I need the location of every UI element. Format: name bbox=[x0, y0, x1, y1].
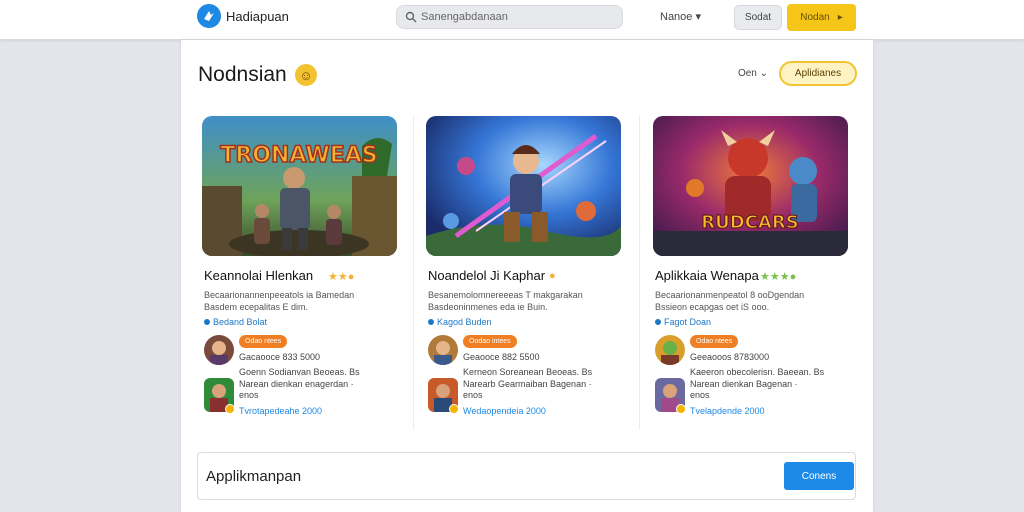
bottom-bar-label: Applikmanpan bbox=[206, 468, 302, 485]
app-name[interactable]: Hadiapuan bbox=[226, 9, 289, 24]
card-description: Becaarionannenpeeatols ia Bamedan Basdem… bbox=[204, 290, 355, 312]
avatar[interactable] bbox=[428, 335, 458, 365]
smiley-icon: ☺ bbox=[295, 64, 317, 86]
filter-dropdown[interactable]: Oen ⌄ bbox=[730, 61, 776, 85]
card-tag[interactable]: Bedand Bolat bbox=[204, 317, 267, 327]
card-review: Kerneon Soreanean Beoeas. Bs Narearb Gea… bbox=[463, 367, 593, 400]
search-placeholder: Sanengabdanaan bbox=[421, 11, 508, 23]
primary-button-label: Nodan bbox=[800, 12, 830, 23]
continue-button[interactable]: Conens bbox=[784, 462, 854, 490]
card-title[interactable]: Aplikkaia Wenapa bbox=[655, 268, 759, 283]
avatar[interactable] bbox=[655, 335, 685, 365]
secondary-button[interactable]: Sodat bbox=[734, 5, 782, 30]
search-input[interactable]: Sanengabdanaan bbox=[396, 5, 623, 29]
card-meta: Gacaooce 833 5000 bbox=[239, 352, 321, 362]
banner-title: RUDCARS bbox=[701, 212, 798, 233]
search-icon bbox=[405, 11, 417, 23]
chevron-down-icon: ⌄ bbox=[759, 67, 769, 79]
card-description: Becaarionanmenpeatol 8 ooDgendan Bssieon… bbox=[655, 290, 805, 312]
avatar[interactable] bbox=[204, 335, 234, 365]
chevron-down-icon: ▾ bbox=[695, 11, 702, 23]
tag-dot-icon bbox=[428, 319, 434, 325]
card-description: Besanemolomnereeeas T makgarakan Basdeon… bbox=[428, 290, 583, 312]
game-banner-image[interactable]: RUDCARS bbox=[653, 116, 848, 256]
primary-button[interactable]: Nodan ▸ bbox=[787, 4, 856, 31]
rating-stars-icon: ★★● bbox=[328, 271, 355, 283]
rating-stars-icon: ● bbox=[549, 270, 556, 282]
nav-menu[interactable]: Nanoe ▾ bbox=[660, 10, 701, 23]
tag-label: Fagot Doan bbox=[664, 317, 712, 327]
tag-dot-icon bbox=[655, 319, 661, 325]
card-title[interactable]: Keannolai Hlenkan bbox=[204, 268, 313, 283]
nav-menu-label: Nanoe bbox=[660, 11, 693, 23]
filter-label: Oen bbox=[737, 67, 757, 79]
verified-icon bbox=[225, 404, 235, 414]
app-card[interactable]: Noandelol Ji Kaphar ● Besanemolomnereeea… bbox=[421, 112, 636, 432]
card-review: Kaeeron obecolerisn. Baeean. Bs Narean d… bbox=[690, 367, 825, 400]
card-date: Tvelapdende 2000 bbox=[690, 406, 765, 416]
card-tag[interactable]: Fagot Doan bbox=[655, 317, 711, 327]
tag-label: Bedand Bolat bbox=[213, 317, 268, 327]
status-badge: Odao ntees bbox=[239, 335, 288, 348]
app-card[interactable]: RUDCARS Aplikkaia Wenapa ★★★● Becaariona… bbox=[648, 112, 863, 432]
card-meta: Geaooce 882 5500 bbox=[463, 352, 540, 362]
verified-icon bbox=[676, 404, 686, 414]
card-date: Wedaopendeia 2000 bbox=[463, 406, 546, 416]
verified-icon bbox=[449, 404, 459, 414]
card-divider bbox=[413, 115, 414, 430]
app-logo-icon[interactable] bbox=[197, 4, 221, 28]
tag-label: Kagod Buden bbox=[437, 317, 492, 327]
app-card[interactable]: TRONAWEAS Keannolai Hlenkan ★★● Becaario… bbox=[197, 112, 412, 432]
card-date: Tvrotapedeahe 2000 bbox=[239, 406, 323, 416]
game-banner-image[interactable] bbox=[426, 116, 621, 256]
status-badge: Odao ntees bbox=[690, 335, 739, 348]
banner-title: TRONAWEAS bbox=[220, 143, 377, 168]
rating-stars-icon: ★★★● bbox=[760, 271, 797, 283]
bottom-bar: Applikmanpan Conens bbox=[197, 452, 856, 500]
filter-button[interactable]: Aplidianes bbox=[779, 61, 857, 86]
card-tag[interactable]: Kagod Buden bbox=[428, 317, 492, 327]
page-title: Nodnsian bbox=[198, 63, 287, 86]
card-review: Goenn Sodianvan Beoeas. Bs Narean dienka… bbox=[239, 367, 360, 400]
status-badge: Oodao intees bbox=[463, 335, 517, 348]
game-banner-image[interactable]: TRONAWEAS bbox=[202, 116, 397, 256]
chevron-right-icon: ▸ bbox=[837, 12, 843, 23]
card-divider bbox=[639, 115, 640, 430]
card-meta: Geeaooos 8783000 bbox=[690, 352, 770, 362]
card-title[interactable]: Noandelol Ji Kaphar bbox=[428, 268, 545, 283]
tag-dot-icon bbox=[204, 319, 210, 325]
